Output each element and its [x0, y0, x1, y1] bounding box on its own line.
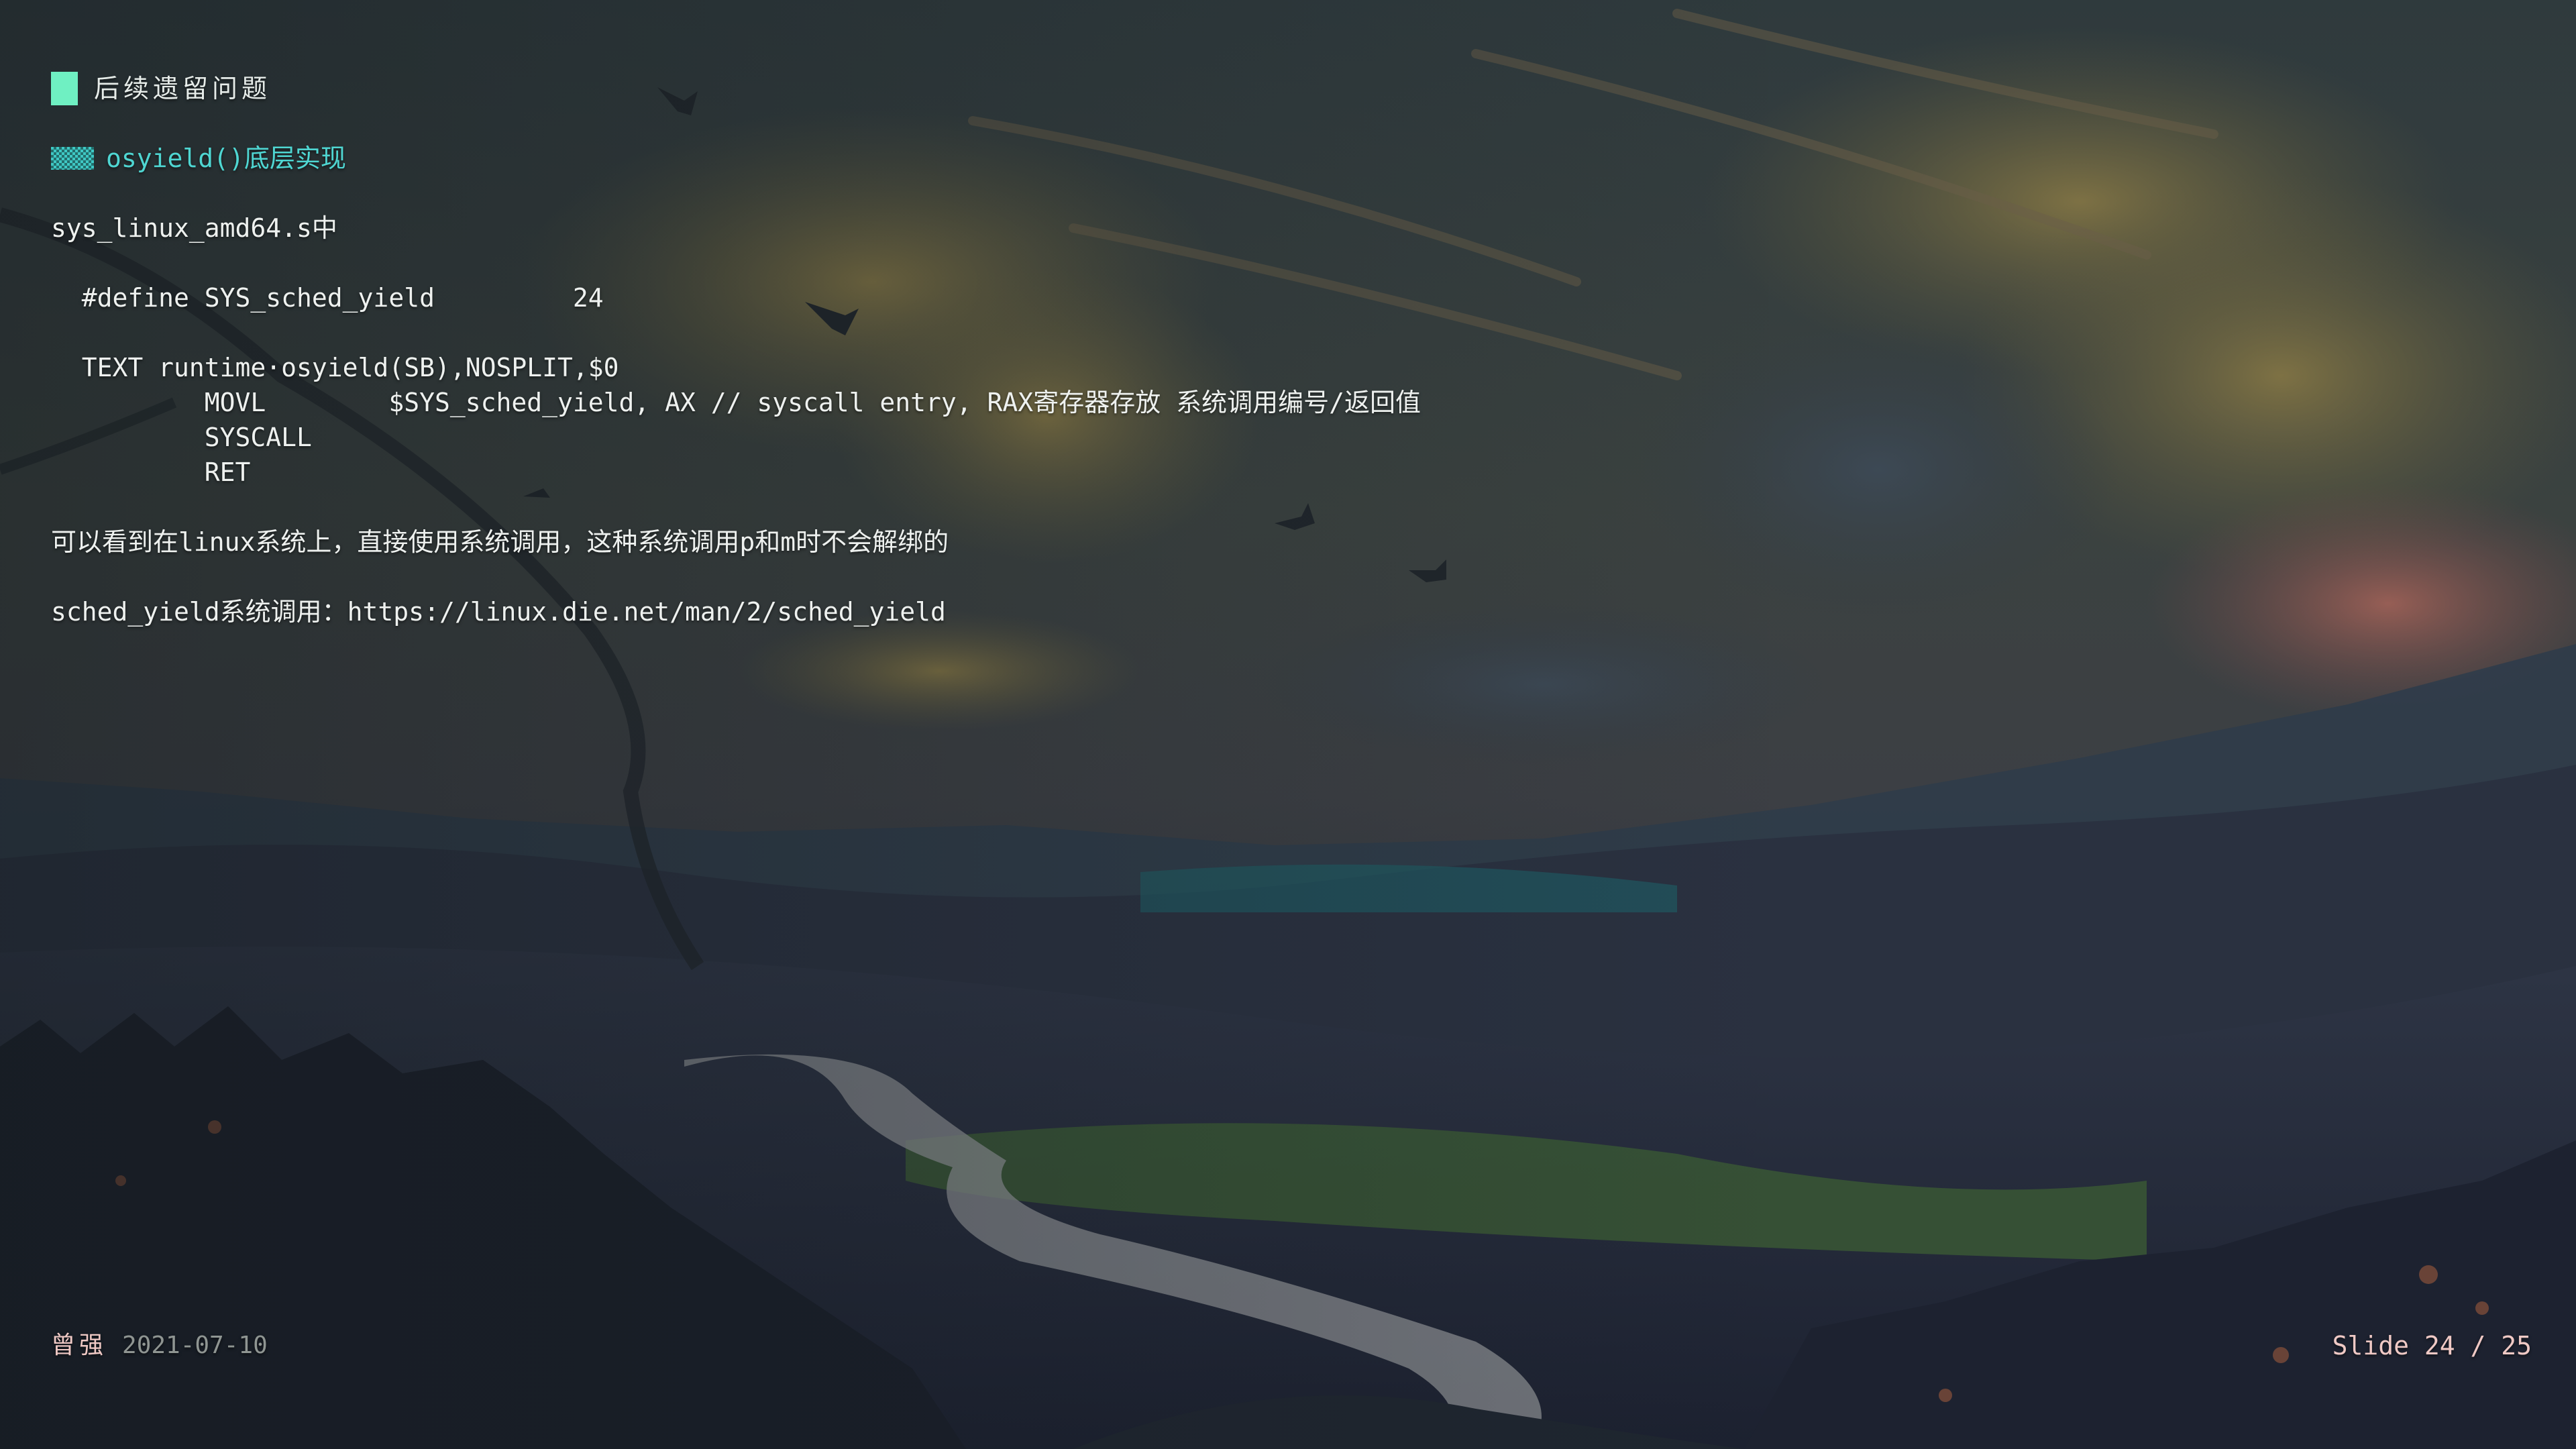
reference-link[interactable]: https://linux.die.net/man/2/sched_yield [347, 597, 946, 627]
code-line-syscall: SYSCALL [51, 423, 312, 452]
slide-heading: 后续遗留问题 [51, 71, 2265, 106]
subheading-shade-icon [51, 147, 94, 170]
reference-line: sched_yield系统调用：https://linux.die.net/ma… [51, 594, 2265, 629]
note-text: 可以看到在linux系统上，直接使用系统调用，这种系统调用p和m时不会解绑的 [51, 527, 949, 557]
heading-block-icon [51, 72, 78, 105]
intro-text: sys_linux_amd64.s中 [51, 213, 337, 243]
slide-screen: 后续遗留问题 osyield()底层实现 sys_linux_amd64.s中 … [0, 0, 2576, 1449]
slide-content: 后续遗留问题 osyield()底层实现 sys_linux_amd64.s中 … [51, 71, 2265, 629]
code-line-text: TEXT runtime·osyield(SB),NOSPLIT,$0 [51, 353, 619, 382]
code-line-ret: RET [51, 458, 251, 487]
slide-heading-text: 后续遗留问题 [94, 74, 272, 103]
reference-label: sched_yield系统调用： [51, 597, 347, 627]
slide-counter: Slide 24 / 25 [2332, 1331, 2532, 1360]
slide-subheading: osyield()底层实现 [51, 141, 2265, 176]
code-line-movl: MOVL $SYS_sched_yield, AX // syscall ent… [51, 388, 1421, 417]
footer-meta: 曾强 2021-07-10 [51, 1328, 268, 1363]
slide-subheading-text: osyield()底层实现 [106, 144, 346, 173]
presentation-date: 2021-07-10 [122, 1332, 268, 1359]
code-line-define: #define SYS_sched_yield 24 [51, 283, 604, 313]
author-name: 曾强 [51, 1332, 108, 1359]
